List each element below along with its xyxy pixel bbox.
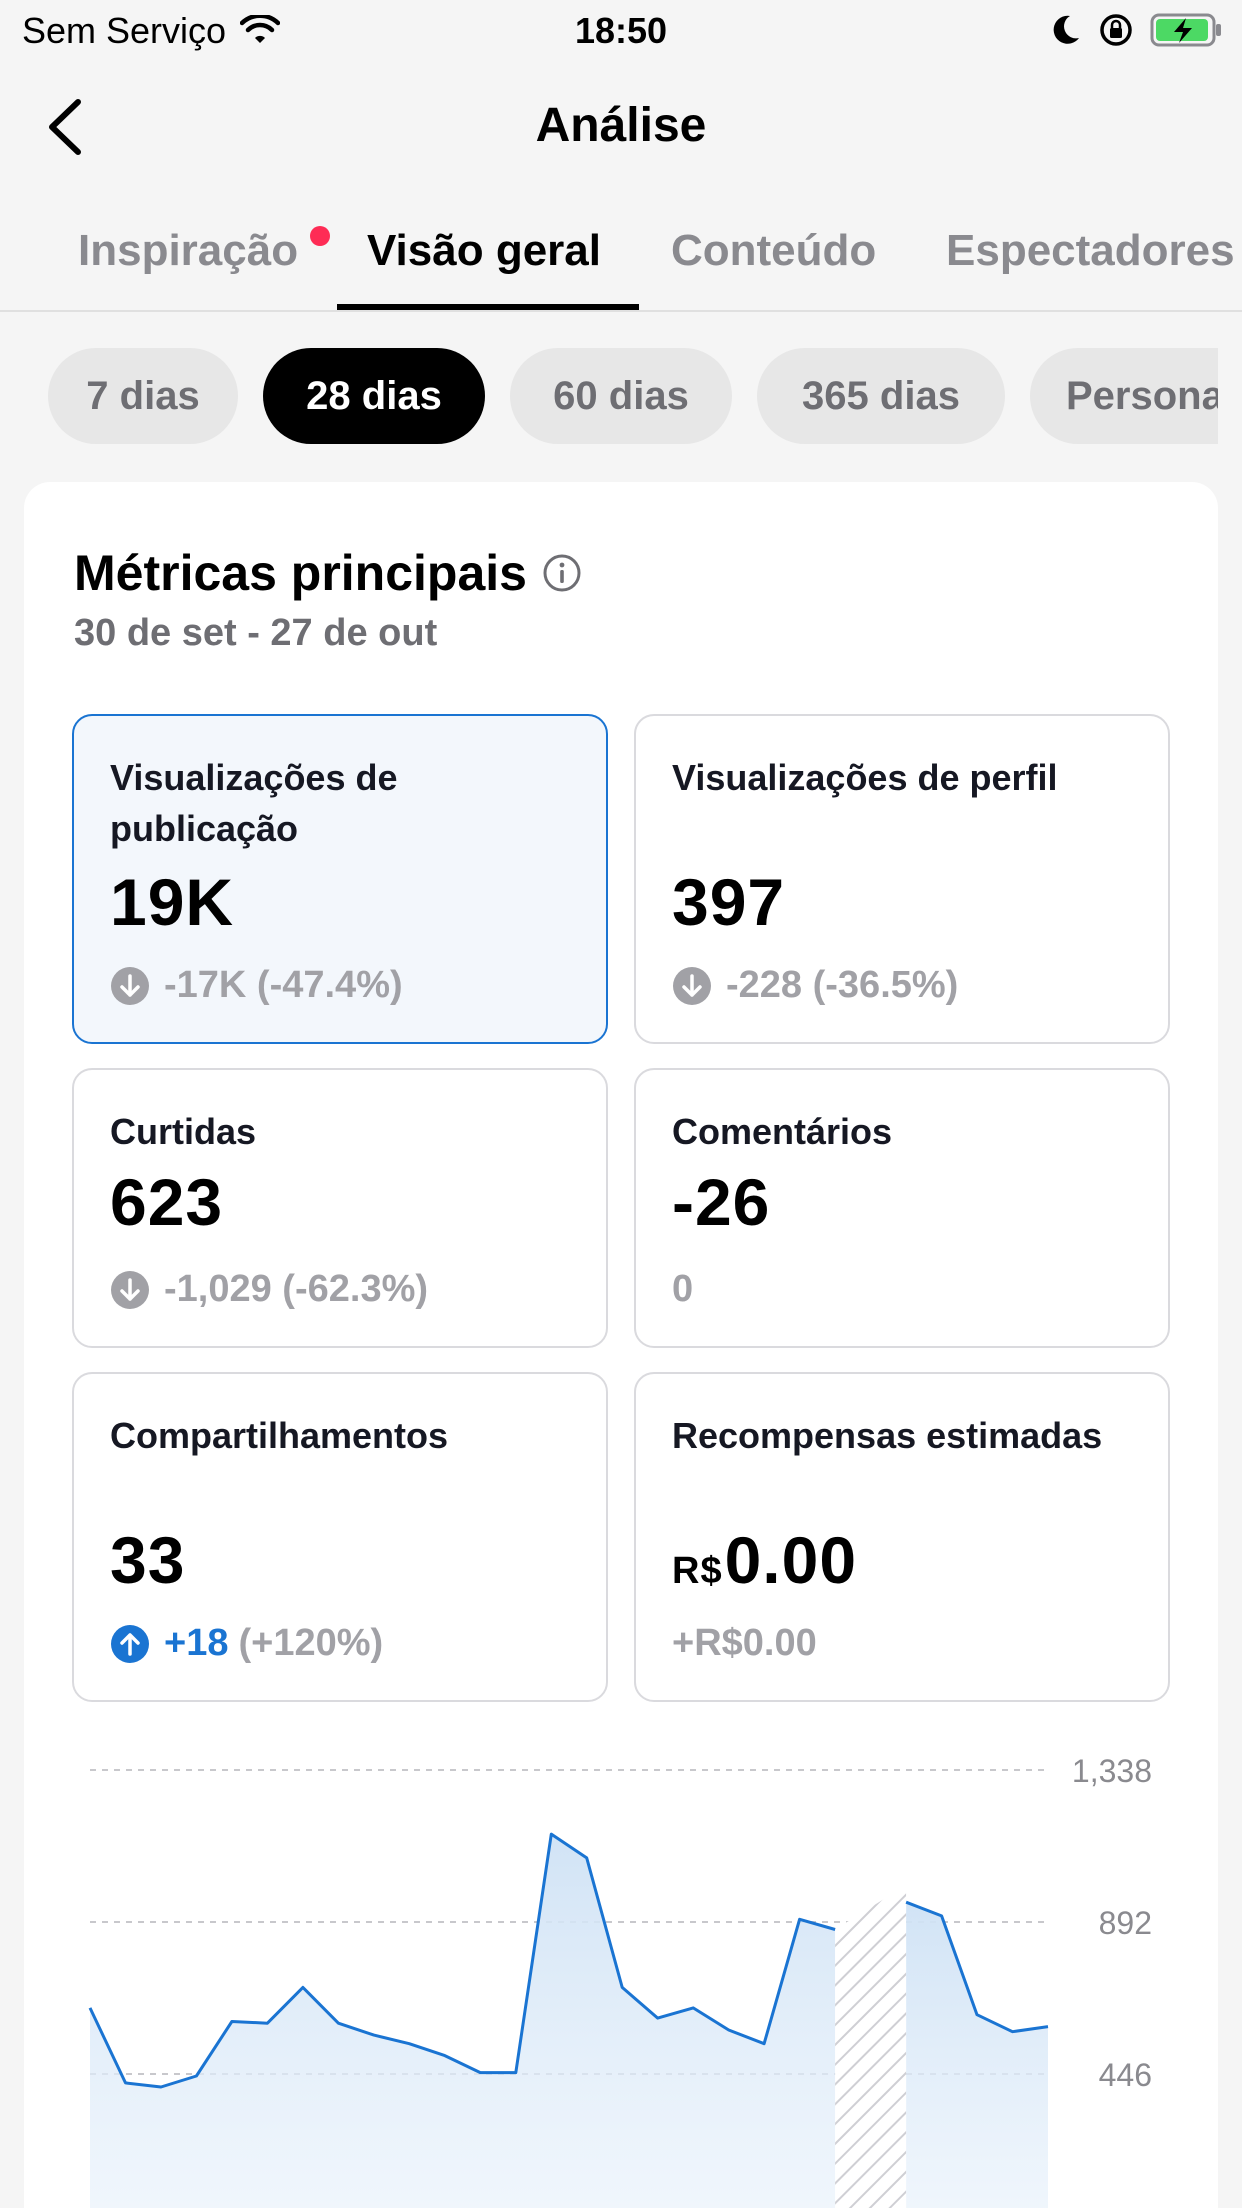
metric-value: 623	[110, 1165, 224, 1239]
arrow-down-circle-icon	[673, 966, 711, 1005]
metric-delta: -17K (-47.4%)	[110, 964, 403, 1007]
metric-value: R$0.00	[672, 1522, 857, 1598]
nav-bar: Análise	[0, 62, 1242, 192]
metric-delta: +18 (+120%)	[110, 1622, 383, 1665]
metric-delta: 0	[672, 1268, 693, 1311]
range-60-days[interactable]: 60 dias	[510, 348, 732, 444]
y-tick-label: 446	[1099, 2057, 1152, 2093]
tab-inspiracao[interactable]: Inspiração	[78, 226, 298, 276]
series-area	[906, 1902, 1048, 2208]
metric-label: Curtidas	[110, 1111, 257, 1152]
arrow-down-circle-icon	[111, 1270, 149, 1309]
range-7-days[interactable]: 7 dias	[48, 348, 238, 444]
page-title: Análise	[535, 99, 707, 152]
views-area-chart[interactable]: 1,338 892 446	[24, 1726, 1218, 2208]
info-icon[interactable]	[541, 552, 583, 594]
metric-delta-value: +18	[164, 1622, 229, 1664]
metric-delta-text: +R$0.00	[672, 1622, 817, 1664]
section-title: Métricas principais	[74, 544, 583, 602]
metric-label: Compartilhamentos	[110, 1415, 449, 1456]
metric-delta: -1,029 (-62.3%)	[110, 1268, 428, 1311]
key-metrics-card: Métricas principais 30 de set - 27 de ou…	[24, 482, 1218, 2208]
status-bar: Sem Serviço 18:50	[0, 0, 1242, 62]
metric-delta-text: -17K (-47.4%)	[164, 964, 403, 1006]
metric-value-number: 0.00	[724, 1523, 858, 1597]
tab-conteudo[interactable]: Conteúdo	[671, 226, 876, 276]
metric-comments[interactable]: Comentários -26 0	[634, 1068, 1170, 1348]
metric-rewards[interactable]: Recompensas estimadas R$0.00 +R$0.00	[634, 1372, 1170, 1702]
battery-icon	[1150, 13, 1221, 47]
active-tab-indicator	[337, 304, 639, 310]
metric-likes[interactable]: Curtidas 623 -1,029 (-62.3%)	[72, 1068, 608, 1348]
metric-delta-text: 0	[672, 1268, 694, 1310]
series-area	[90, 1834, 836, 2208]
metric-value: -26	[672, 1165, 771, 1239]
arrow-down-circle-icon	[111, 966, 149, 1005]
currency-symbol: R$	[672, 1550, 723, 1592]
metric-value: 19K	[110, 865, 235, 939]
tab-visao-geral[interactable]: Visão geral	[367, 226, 601, 276]
date-range-label: 30 de set - 27 de out	[74, 612, 438, 654]
metric-delta: -228 (-36.5%)	[672, 964, 958, 1007]
date-range-selector: 7 dias 28 dias 60 dias 365 dias Personal…	[0, 348, 1218, 444]
metric-delta-text: -1,029 (-62.3%)	[164, 1268, 429, 1310]
metric-label: Comentários	[672, 1111, 893, 1152]
moon-icon	[1053, 15, 1079, 44]
metric-delta: +R$0.00	[672, 1622, 817, 1665]
range-365-days[interactable]: 365 dias	[757, 348, 1005, 444]
metric-delta-pct: (+120%)	[238, 1622, 384, 1664]
metric-shares[interactable]: Compartilhamentos 33 +18 (+120%)	[72, 1372, 608, 1702]
range-custom[interactable]: Personalizado	[1030, 348, 1218, 444]
metric-value: 33	[110, 1523, 186, 1597]
tab-espectadores[interactable]: Espectadores	[946, 226, 1235, 276]
tab-bar: Inspiração Visão geral Conteúdo Espectad…	[0, 200, 1242, 312]
metric-label: Visualizações de perfil	[672, 757, 1058, 798]
metric-label: Recompensas estimadas	[672, 1415, 1103, 1456]
section-title-text: Métricas principais	[74, 545, 527, 601]
metric-profile-views[interactable]: Visualizações de perfil 397 -228 (-36.5%…	[634, 714, 1170, 1044]
range-28-days[interactable]: 28 dias	[263, 348, 485, 444]
notification-dot	[310, 226, 330, 246]
y-tick-label: 892	[1099, 1905, 1152, 1941]
metric-post-views[interactable]: Visualizações de publicação 19K -17K (-4…	[72, 714, 608, 1044]
missing-data-band	[835, 1885, 907, 2208]
arrow-up-circle-icon	[111, 1624, 149, 1663]
rotation-lock-icon	[1100, 14, 1132, 46]
metric-delta-text: -228 (-36.5%)	[726, 964, 959, 1006]
metric-label: Visualizações de publicação	[110, 757, 398, 849]
y-tick-label: 1,338	[1072, 1753, 1152, 1789]
metric-value: 397	[672, 865, 786, 939]
status-right	[1050, 12, 1224, 48]
